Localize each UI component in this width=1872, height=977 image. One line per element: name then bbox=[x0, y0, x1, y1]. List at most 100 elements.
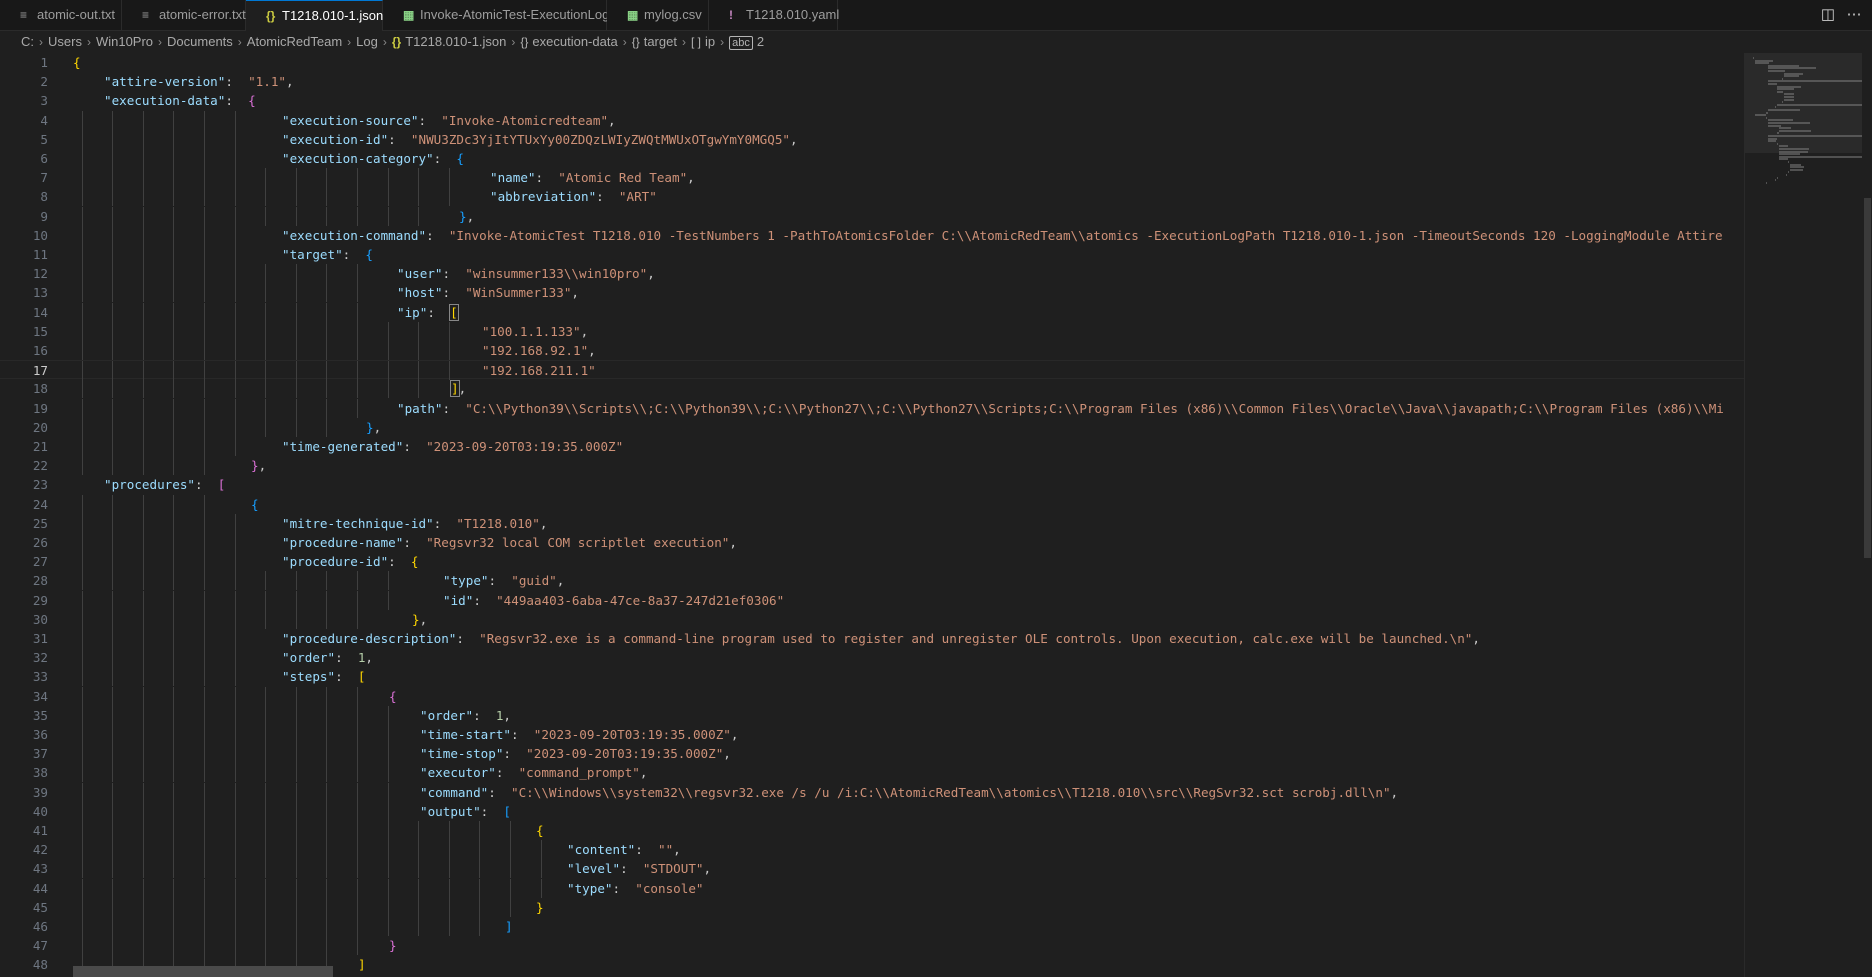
indent-guide bbox=[142, 936, 144, 956]
indent-guide bbox=[112, 398, 114, 418]
code-line[interactable]: 33 "steps": [ bbox=[0, 667, 1744, 687]
vertical-scrollbar-thumb[interactable] bbox=[1864, 198, 1871, 558]
breadcrumb-item-documents[interactable]: Documents bbox=[167, 34, 233, 49]
tab-atomic-out-txt[interactable]: ≡ atomic-out.txt bbox=[0, 0, 122, 30]
vertical-scrollbar[interactable] bbox=[1862, 53, 1872, 977]
code-line[interactable]: 14 "ip": [ bbox=[0, 302, 1744, 322]
indent-guide bbox=[265, 379, 267, 399]
code-line[interactable]: 21 "time-generated": "2023-09-20T03:19:35… bbox=[0, 437, 1744, 456]
code-line[interactable]: 7 "name": "Atomic Red Team", bbox=[0, 168, 1744, 188]
indent-guide bbox=[326, 686, 328, 706]
tab-invoke-atomictest-executionlog-csv[interactable]: ▦ Invoke-AtomicTest-ExecutionLog.csv bbox=[383, 0, 632, 30]
code-line[interactable]: 36 "time-start": "2023-09-20T03:19:35.000… bbox=[0, 725, 1744, 744]
breadcrumb-item-c-[interactable]: C: bbox=[21, 34, 34, 49]
code-line[interactable]: 29 "id": "449aa403-6aba-47ce-8a37-247d21e… bbox=[0, 590, 1744, 610]
code-line[interactable]: 11 "target": { bbox=[0, 245, 1744, 264]
code-line[interactable]: 8 "abbreviation": "ART" bbox=[0, 187, 1744, 207]
indent-guide bbox=[204, 859, 205, 879]
code-line[interactable]: 40 "output": [ bbox=[0, 801, 1744, 821]
indent-guide bbox=[81, 379, 83, 399]
code-line[interactable]: 38 "executor": "command_prompt", bbox=[0, 763, 1744, 783]
indent-guide bbox=[112, 379, 114, 399]
code-line[interactable]: 41 { bbox=[0, 821, 1744, 840]
breadcrumb-item-t1218-010-1-json[interactable]: {} T1218.010-1.json bbox=[392, 34, 507, 49]
code-line[interactable]: 35 "order": 1, bbox=[0, 705, 1744, 725]
code-line[interactable]: 31 "procedure-description": "Regsvr32.exe… bbox=[0, 629, 1744, 648]
code-line[interactable]: 20}, bbox=[0, 417, 1744, 437]
code-line[interactable]: 46] bbox=[0, 917, 1744, 936]
split-editor-icon[interactable]: ◫ bbox=[1818, 0, 1838, 30]
code-text: "command": "C:\\Windows\\system32\\regsv… bbox=[420, 783, 1398, 802]
code-line[interactable]: 43 "level": "STDOUT", bbox=[0, 859, 1744, 879]
code-line[interactable]: 39 "command": "C:\\Windows\\system32\\reg… bbox=[0, 782, 1744, 802]
breadcrumb-item-atomicredteam[interactable]: AtomicRedTeam bbox=[247, 34, 342, 49]
indent-guide bbox=[265, 744, 267, 764]
code-line[interactable]: 37 "time-stop": "2023-09-20T03:19:35.000Z… bbox=[0, 744, 1744, 764]
code-line[interactable]: 26 "procedure-name": "Regsvr32 local COM … bbox=[0, 533, 1744, 552]
tab-mylog-csv[interactable]: ▦ mylog.csv bbox=[607, 0, 709, 30]
indent-guide bbox=[448, 878, 450, 898]
indent-guide bbox=[173, 225, 175, 245]
code-line[interactable]: 18], bbox=[0, 379, 1744, 399]
code-line[interactable]: 30}, bbox=[0, 609, 1744, 629]
more-actions-icon[interactable]: ⋯ bbox=[1844, 0, 1864, 30]
code-line[interactable]: 9}, bbox=[0, 206, 1744, 226]
code-line[interactable]: 24 { bbox=[0, 494, 1744, 514]
breadcrumb-item-users[interactable]: Users bbox=[48, 34, 82, 49]
code-line[interactable]: 47} bbox=[0, 936, 1744, 956]
indent-guide bbox=[112, 533, 114, 552]
indent-guide bbox=[173, 302, 175, 322]
code-line[interactable]: 16 "192.168.92.1", bbox=[0, 341, 1744, 360]
chevron-right-icon: › bbox=[39, 35, 43, 49]
code-line[interactable]: 6 "execution-category": { bbox=[0, 149, 1744, 168]
code-line[interactable]: 1{ bbox=[0, 53, 1744, 72]
minimap[interactable] bbox=[1744, 53, 1863, 977]
code-line[interactable]: 17 "192.168.211.1" bbox=[0, 360, 1744, 381]
code-line[interactable]: 34 { bbox=[0, 686, 1744, 706]
indent-guide bbox=[112, 513, 114, 533]
json-string: "command_prompt" bbox=[518, 765, 640, 781]
code-line[interactable]: 22}, bbox=[0, 456, 1744, 476]
code-line[interactable]: 12 "user": "winsummer133\\win10pro", bbox=[0, 264, 1744, 284]
code-line[interactable]: 10 "execution-command": "Invoke-AtomicTes… bbox=[0, 225, 1744, 245]
tab-t1218-010-yaml[interactable]: ! T1218.010.yaml bbox=[709, 0, 839, 30]
code-line[interactable]: 27 "procedure-id": { bbox=[0, 552, 1744, 572]
code-line[interactable]: 25 "mitre-technique-id": "T1218.010", bbox=[0, 513, 1744, 533]
code-text: "attire-version": "1.1", bbox=[104, 72, 294, 91]
indent-guide bbox=[204, 187, 205, 207]
tab-t1218-010-1-json[interactable]: {}T1218.010-1.json✕ bbox=[246, 0, 449, 31]
code-line[interactable]: 4 "execution-source": "Invoke-Atomicredte… bbox=[0, 110, 1744, 130]
code-line[interactable]: 15 "100.1.1.133", bbox=[0, 321, 1744, 341]
breadcrumb-item-execution-data[interactable]: {} execution-data bbox=[520, 34, 617, 49]
breadcrumb-item-2[interactable]: abc 2 bbox=[729, 34, 764, 50]
code-line[interactable]: 23 "procedures": [ bbox=[0, 475, 1744, 494]
indent-guide bbox=[357, 917, 358, 936]
code-line[interactable]: 13 "host": "WinSummer133", bbox=[0, 283, 1744, 303]
indent-guide bbox=[265, 782, 267, 802]
horizontal-scrollbar-thumb[interactable] bbox=[73, 966, 333, 977]
indent-guide bbox=[448, 361, 450, 381]
breadcrumb-item-ip[interactable]: [ ] ip bbox=[691, 34, 715, 49]
tab-atomic-error-txt[interactable]: ≡ atomic-error.txt bbox=[122, 0, 246, 30]
code-line[interactable]: 19 "path": "C:\\Python39\\Scripts\\;C:\\P… bbox=[0, 398, 1744, 418]
code-line[interactable]: 2 "attire-version": "1.1", bbox=[0, 72, 1744, 91]
breadcrumb-item-log[interactable]: Log bbox=[356, 34, 378, 49]
code-line[interactable]: 28 "type": "guid", bbox=[0, 571, 1744, 591]
indent-guide bbox=[295, 744, 297, 764]
json-punctuation: : bbox=[426, 227, 449, 243]
code-line[interactable]: 45} bbox=[0, 897, 1744, 917]
code-line[interactable]: 32 "order": 1, bbox=[0, 648, 1744, 668]
indent-guide bbox=[326, 379, 328, 399]
code-editor[interactable]: 1{2 "attire-version": "1.1", 3 "execution-d… bbox=[0, 53, 1744, 977]
code-line[interactable]: 42 "content": "", bbox=[0, 840, 1744, 860]
line-number: 9 bbox=[40, 208, 48, 224]
code-line[interactable]: 3 "execution-data": { bbox=[0, 91, 1744, 110]
breadcrumb-item-target[interactable]: {} target bbox=[632, 34, 677, 49]
code-line[interactable]: 44 "type": "console" bbox=[0, 878, 1744, 898]
code-line[interactable]: 5 "execution-id": "NWU3ZDc3YjItYTUxYy00ZD… bbox=[0, 129, 1744, 149]
indent-guide bbox=[234, 129, 236, 149]
code-text: "192.168.211.1" bbox=[482, 361, 596, 380]
json-file-icon: {} bbox=[266, 9, 276, 23]
indent-guide bbox=[387, 801, 389, 821]
breadcrumb-item-win10pro[interactable]: Win10Pro bbox=[96, 34, 153, 49]
